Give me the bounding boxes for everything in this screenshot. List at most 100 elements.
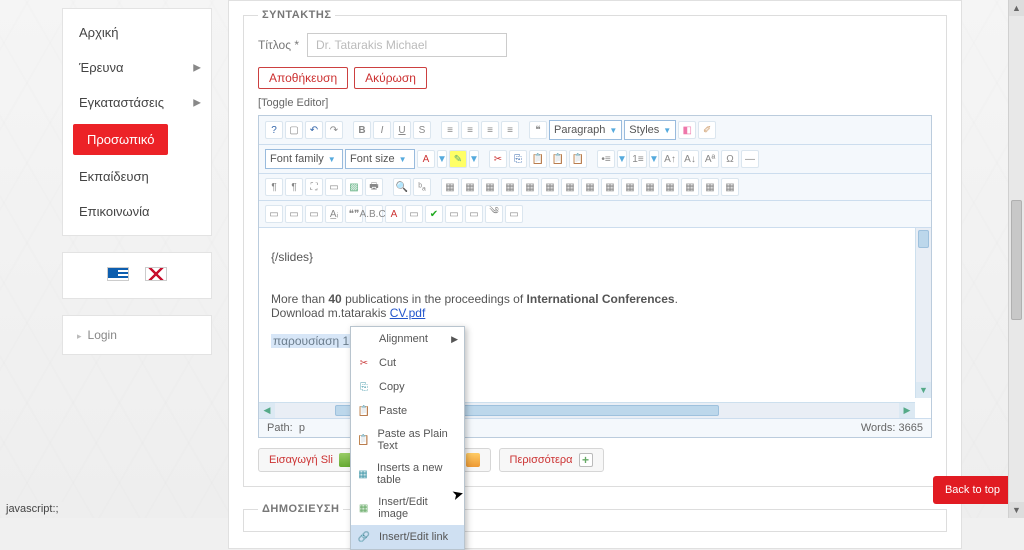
nav-facilities[interactable]: Εγκαταστάσεις▶ <box>63 85 211 120</box>
ctx-paste-plain[interactable]: 📋Paste as Plain Text <box>351 423 464 457</box>
block2-icon[interactable]: ༄ <box>485 205 503 223</box>
win-scroll-down-icon[interactable]: ▼ <box>1009 502 1024 518</box>
styles-select[interactable]: Styles▼ <box>624 120 676 140</box>
preview-icon[interactable]: ▭ <box>325 178 343 196</box>
image-icon[interactable]: ▨ <box>345 178 363 196</box>
cut-icon[interactable]: ✂ <box>489 150 507 168</box>
nav-research[interactable]: Έρευνα▶ <box>63 50 211 85</box>
bold-icon[interactable]: B <box>353 121 371 139</box>
align-center-icon[interactable]: ≡ <box>461 121 479 139</box>
cell5-icon[interactable]: ▦ <box>701 178 719 196</box>
fullscreen-icon[interactable]: ⛶ <box>305 178 323 196</box>
acronym-icon[interactable]: A.B.C. <box>365 205 383 223</box>
ltr-icon[interactable]: ¶ <box>265 178 283 196</box>
visualblocks-icon[interactable]: ▭ <box>265 205 283 223</box>
fontsize-select[interactable]: Font size▼ <box>345 149 415 169</box>
newdoc-icon[interactable]: ▢ <box>285 121 303 139</box>
print-icon[interactable]: 🖶 <box>365 178 383 196</box>
row-after-icon[interactable]: ▦ <box>481 178 499 196</box>
nav-staff[interactable]: Προσωπικό <box>73 124 168 155</box>
layer-icon[interactable]: ▭ <box>285 205 303 223</box>
cell-icon[interactable]: ▦ <box>621 178 639 196</box>
ctx-copy[interactable]: ⎘Copy <box>351 375 464 399</box>
title-input[interactable] <box>307 33 507 57</box>
align-justify-icon[interactable]: ≡ <box>501 121 519 139</box>
flag-greek-icon[interactable] <box>107 267 129 281</box>
row-before-icon[interactable]: ▦ <box>461 178 479 196</box>
layer2-icon[interactable]: ▭ <box>305 205 323 223</box>
replace-icon[interactable]: ᵇₐ <box>413 178 431 196</box>
block-icon[interactable]: ▭ <box>465 205 483 223</box>
sup-icon[interactable]: Aª <box>701 150 719 168</box>
eraser-icon[interactable]: ◧ <box>678 121 696 139</box>
nav-contact[interactable]: Επικοινωνία <box>63 194 211 229</box>
toggle-editor-link[interactable]: [Toggle Editor] <box>258 97 328 109</box>
del-row-icon[interactable]: ▦ <box>501 178 519 196</box>
spell-icon[interactable]: ✔ <box>425 205 443 223</box>
bullet-list-icon[interactable]: •≡ <box>597 150 615 168</box>
cell2-icon[interactable]: ▦ <box>641 178 659 196</box>
ctx-paste[interactable]: 📋Paste <box>351 399 464 423</box>
editor-vscrollbar[interactable]: ▼ <box>915 228 931 398</box>
find-icon[interactable]: 🔍 <box>393 178 411 196</box>
outdent-icon[interactable]: A↓ <box>681 150 699 168</box>
code-icon[interactable]: ▭ <box>405 205 423 223</box>
login-box[interactable]: ▸Login <box>62 315 212 355</box>
italic-icon[interactable]: I <box>373 121 391 139</box>
hscroll-left-icon[interactable]: ◀ <box>259 403 275 419</box>
win-scroll-thumb[interactable] <box>1011 200 1022 320</box>
undo-icon[interactable]: ↶ <box>305 121 323 139</box>
redo-icon[interactable]: ↷ <box>325 121 343 139</box>
win-scroll-up-icon[interactable]: ▲ <box>1009 0 1024 16</box>
format-select[interactable]: Paragraph▼ <box>549 120 622 140</box>
merge-icon[interactable]: ▦ <box>581 178 599 196</box>
paste-text-icon[interactable]: 📋 <box>549 150 567 168</box>
align-right-icon[interactable]: ≡ <box>481 121 499 139</box>
save-button[interactable]: Αποθήκευση <box>258 67 348 89</box>
cell4-icon[interactable]: ▦ <box>681 178 699 196</box>
window-scrollbar[interactable]: ▲ ▼ <box>1008 0 1024 518</box>
nav-home[interactable]: Αρχική <box>63 15 211 50</box>
ctx-cut[interactable]: ✂Cut <box>351 351 464 375</box>
clean-icon[interactable]: ✐ <box>698 121 716 139</box>
charmap-icon[interactable]: Ω <box>721 150 739 168</box>
hilite-icon[interactable]: ✎ <box>449 150 467 168</box>
table-icon[interactable]: ▦ <box>441 178 459 196</box>
paste-word-icon[interactable]: 📋 <box>569 150 587 168</box>
align-left-icon[interactable]: ≡ <box>441 121 459 139</box>
cell6-icon[interactable]: ▦ <box>721 178 739 196</box>
ctx-alignment[interactable]: Alignment▶ <box>351 327 464 351</box>
media-icon[interactable]: ▭ <box>445 205 463 223</box>
num-list-icon[interactable]: 1≡ <box>629 150 647 168</box>
col-after-icon[interactable]: ▦ <box>541 178 559 196</box>
underline-icon[interactable]: U <box>393 121 411 139</box>
quote-icon[interactable]: ❝ <box>529 121 547 139</box>
back-to-top-button[interactable]: Back to top <box>933 476 1012 504</box>
insert-slide-button[interactable]: Εισαγωγή Sli <box>258 448 364 472</box>
ctx-insert-image[interactable]: ▦Insert/Edit image <box>351 491 464 525</box>
strike-icon[interactable]: S <box>413 121 431 139</box>
hscroll-right-icon[interactable]: ▶ <box>899 403 915 419</box>
paste-icon[interactable]: 📋 <box>529 150 547 168</box>
more-button[interactable]: Περισσότερα+ <box>499 448 604 472</box>
indent-icon[interactable]: A↑ <box>661 150 679 168</box>
cv-link[interactable]: CV.pdf <box>390 306 426 320</box>
rtl-icon[interactable]: ¶ <box>285 178 303 196</box>
block3-icon[interactable]: ▭ <box>505 205 523 223</box>
bullet-dd-icon[interactable]: ▼ <box>617 150 627 168</box>
cell3-icon[interactable]: ▦ <box>661 178 679 196</box>
a-red-icon[interactable]: A <box>385 205 403 223</box>
copy-icon[interactable]: ⎘ <box>509 150 527 168</box>
vscroll-thumb[interactable] <box>918 230 929 248</box>
col-before-icon[interactable]: ▦ <box>521 178 539 196</box>
help-icon[interactable]: ? <box>265 121 283 139</box>
hilite-dd-icon[interactable]: ▼ <box>469 150 479 168</box>
forecolor-icon[interactable]: A <box>417 150 435 168</box>
vscroll-down-icon[interactable]: ▼ <box>916 382 931 398</box>
del-col-icon[interactable]: ▦ <box>561 178 579 196</box>
abbr-icon[interactable]: A̲ᵢ <box>325 205 343 223</box>
forecolor-dd-icon[interactable]: ▼ <box>437 150 447 168</box>
nav-education[interactable]: Εκπαίδευση <box>63 159 211 194</box>
ctx-insert-link[interactable]: 🔗Insert/Edit link <box>351 525 464 549</box>
flag-english-icon[interactable] <box>145 267 167 281</box>
